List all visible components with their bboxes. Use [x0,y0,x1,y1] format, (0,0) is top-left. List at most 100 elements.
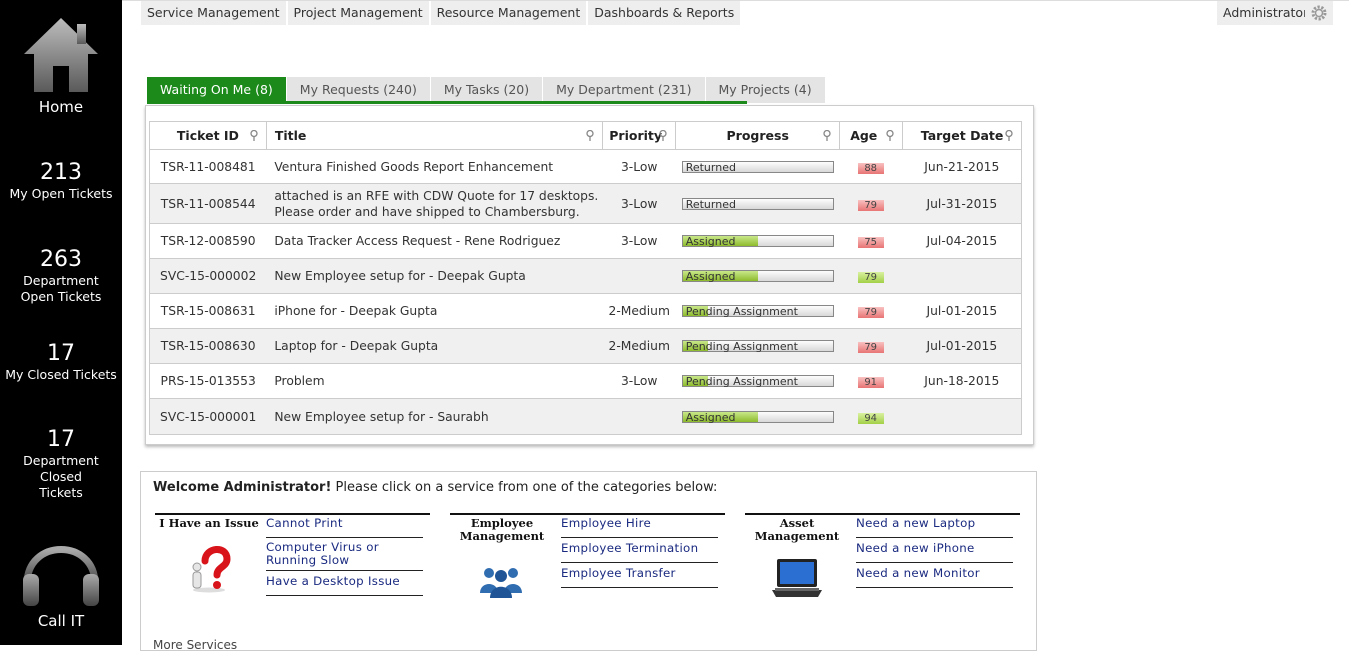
link-employee-transfer[interactable]: Employee Transfer [561,563,718,588]
progress-bar: Returned [681,160,834,174]
ticket-title-cell[interactable]: Data Tracker Access Request - Rene Rodri… [266,223,603,259]
my-open-tickets-stat[interactable]: 213 My Open Tickets [0,160,122,202]
ticket-title-cell[interactable]: attached is an RFE with CDW Quote for 17… [266,183,603,224]
age-badge: 79 [857,342,884,353]
table-row[interactable]: SVC-15-000002 New Employee setup for - De… [149,258,1022,294]
progress-label: Returned [685,197,736,211]
ticket-id-cell[interactable]: TSR-15-008631 [149,293,267,329]
link-new-laptop[interactable]: Need a new Laptop [856,513,1013,538]
ticket-progress-cell: Assigned [675,398,840,435]
tab-my-projects[interactable]: My Projects (4) [705,77,826,103]
ticket-target-date-cell [902,258,1022,294]
menu-project-management[interactable]: Project Management [287,1,431,25]
table-row[interactable]: PRS-15-013553 Problem 3-Low Pending Assignm… [149,363,1022,399]
ticket-priority-cell: 3-Low [602,363,676,399]
department-closed-tickets-stat[interactable]: 17 Department Closed Tickets [0,427,122,501]
link-new-iphone[interactable]: Need a new iPhone [856,538,1013,563]
ticket-id-cell[interactable]: SVC-15-000001 [149,398,267,435]
ticket-priority-cell: 3-Low [602,183,676,224]
column-header-ticket-id[interactable]: Ticket ID [149,121,267,150]
ticket-progress-cell: Pending Assignment [675,363,840,399]
tab-waiting-on-me[interactable]: Waiting On Me (8) [147,77,287,103]
age-badge: 79 [857,307,884,318]
headset-icon [23,546,99,606]
department-open-tickets-stat[interactable]: 263 Department Open Tickets [0,247,122,305]
age-badge: 94 [857,412,884,424]
ticket-title-cell[interactable]: Problem [266,363,603,399]
ticket-id-cell[interactable]: TSR-12-008590 [149,223,267,259]
menu-resource-management[interactable]: Resource Management [430,1,589,25]
progress-label: Pending Assignment [685,305,798,318]
link-desktop-issue[interactable]: Have a Desktop Issue [266,571,423,596]
ticket-target-date-cell: Jul-31-2015 [902,183,1022,224]
home-link[interactable]: Home [0,14,122,116]
tab-underline [147,101,747,104]
user-menu[interactable]: Administrator [1217,1,1315,25]
ticket-title-cell[interactable]: Laptop for - Deepak Gupta [266,328,603,364]
tab-my-tasks[interactable]: My Tasks (20) [430,77,544,103]
my-closed-tickets-stat[interactable]: 17 My Closed Tickets [0,341,122,383]
progress-bar: Assigned [681,270,834,283]
people-group-icon [478,563,524,602]
table-row[interactable]: SVC-15-000001 New Employee setup for - Sa… [149,398,1022,435]
progress-bar: Pending Assignment [681,375,834,388]
category-title: Asset Management [754,516,840,543]
tab-my-department[interactable]: My Department (231) [543,77,706,103]
tickets-table-body: TSR-11-008481 Ventura Finished Goods Repo… [149,149,1022,435]
link-employee-hire[interactable]: Employee Hire [561,513,718,538]
link-new-monitor[interactable]: Need a new Monitor [856,563,1013,588]
link-computer-virus[interactable]: Computer Virus or Running Slow [266,538,423,571]
ticket-age-cell: 94 [839,398,903,435]
progress-label: Assigned [685,235,736,248]
ticket-title-cell[interactable]: iPhone for - Deepak Gupta [266,293,603,329]
ticket-target-date-cell: Jun-21-2015 [902,149,1022,184]
filter-pin-icon[interactable] [250,130,258,141]
menu-service-management[interactable]: Service Management [141,1,288,25]
column-header-age[interactable]: Age [839,121,904,150]
progress-bar: Pending Assignment [681,305,834,318]
ticket-age-cell: 91 [839,363,903,399]
ticket-title-cell[interactable]: New Employee setup for - Deepak Gupta [266,258,603,294]
table-row[interactable]: TSR-12-008590 Data Tracker Access Request… [149,223,1022,259]
question-person-icon [185,541,233,596]
filter-pin-icon[interactable] [659,130,667,141]
column-header-priority[interactable]: Priority [602,121,677,150]
ticket-id-cell[interactable]: SVC-15-000002 [149,258,267,294]
welcome-message: Welcome Administrator! Please click on a… [153,480,718,495]
filter-pin-icon[interactable] [886,130,894,141]
ticket-id-cell[interactable]: TSR-11-008544 [149,183,267,224]
home-label: Home [38,98,84,116]
table-row[interactable]: TSR-15-008630 Laptop for - Deepak Gupta 2-… [149,328,1022,364]
column-header-title[interactable]: Title [265,121,604,150]
call-it-link[interactable]: Call IT [0,528,122,630]
stat-count: 213 [40,160,82,185]
ticket-priority-cell: 3-Low [602,223,676,259]
top-menu: Service Management Project Management Re… [141,1,743,25]
ticket-id-cell[interactable]: TSR-11-008481 [149,149,267,184]
filter-pin-icon[interactable] [586,130,594,141]
link-employee-termination[interactable]: Employee Termination [561,538,718,563]
settings-button[interactable] [1305,1,1333,25]
ticket-progress-cell: Assigned [675,258,840,294]
menu-dashboards-reports[interactable]: Dashboards & Reports [588,1,743,25]
column-header-target-date[interactable]: Target Date [902,121,1022,150]
service-catalog: Welcome Administrator! Please click on a… [140,471,1037,652]
ticket-title-cell[interactable]: Ventura Finished Goods Report Enhancemen… [266,149,603,184]
laptop-icon [771,557,823,602]
filter-pin-icon[interactable] [823,130,831,141]
ticket-age-cell: 79 [839,258,903,294]
tab-my-requests[interactable]: My Requests (240) [286,77,431,103]
filter-pin-icon[interactable] [1005,130,1013,141]
table-row[interactable]: TSR-15-008631 iPhone for - Deepak Gupta 2-… [149,293,1022,329]
table-row[interactable]: TSR-11-008481 Ventura Finished Goods Repo… [149,149,1022,184]
ticket-progress-cell: Assigned [675,223,840,259]
table-row[interactable]: TSR-11-008544 attached is an RFE with CDW… [149,183,1022,224]
ticket-progress-cell: Pending Assignment [675,293,840,329]
ticket-id-cell[interactable]: PRS-15-013553 [149,363,267,399]
ticket-target-date-cell: Jun-18-2015 [902,363,1022,399]
stat-label: Department Open Tickets [20,273,102,304]
column-header-progress[interactable]: Progress [675,121,841,150]
ticket-id-cell[interactable]: TSR-15-008630 [149,328,267,364]
ticket-title-cell[interactable]: New Employee setup for - Saurabh [266,398,603,435]
link-cannot-print[interactable]: Cannot Print [266,513,423,538]
